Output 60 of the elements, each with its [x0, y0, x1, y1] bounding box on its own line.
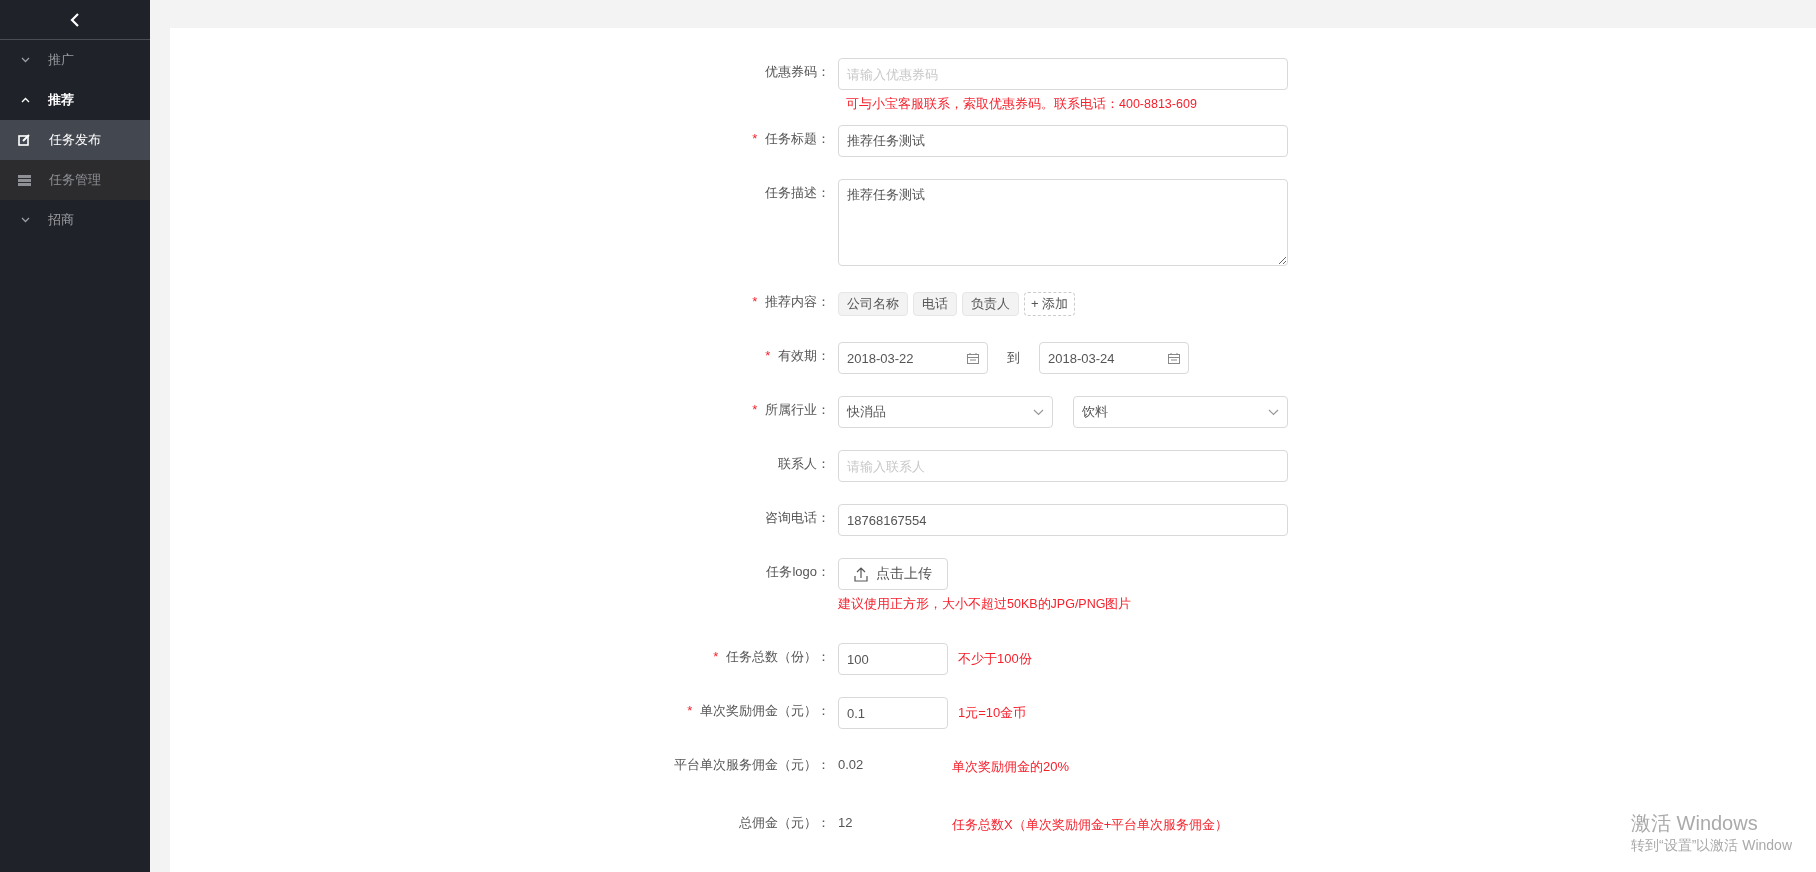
activation-text: 转到“设置”以激活 Window	[1631, 837, 1792, 855]
field-label: 咨询电话：	[765, 510, 830, 525]
required-mark: *	[752, 402, 758, 417]
select-field[interactable]: 饮料	[1073, 396, 1288, 428]
field-note: 单次奖励佣金的20%	[952, 758, 1070, 776]
field-note: 任务总数X（单次奖励佣金+平台单次服务佣金）	[952, 816, 1229, 834]
tag: 电话	[913, 292, 957, 316]
field-label: 优惠券码：	[765, 64, 830, 79]
text-field[interactable]: 18768167554	[838, 504, 1288, 536]
select-field[interactable]: 快消品	[838, 396, 1053, 428]
field-value: 0.02	[838, 756, 865, 774]
field-hint: 建议使用正方形，大小不超过50KB的JPG/PNG图片	[838, 596, 1132, 613]
chevron-down-icon	[1268, 408, 1279, 416]
tag: 负责人	[962, 292, 1019, 316]
required-mark: *	[752, 131, 758, 146]
field-label: 联系人：	[778, 456, 830, 471]
edit-icon	[18, 134, 31, 146]
textarea-field[interactable]: 推荐任务测试	[838, 179, 1288, 266]
collapse-icon[interactable]	[70, 11, 80, 28]
tag: 公司名称	[838, 292, 908, 316]
activation-title: 激活 Windows	[1631, 811, 1759, 836]
menu-item[interactable]: 任务发布	[0, 120, 150, 160]
field-value: 12	[838, 814, 854, 832]
text-field[interactable]: 推荐任务测试	[838, 125, 1288, 157]
menu-group[interactable]: 推广	[0, 40, 150, 80]
calendar-icon	[1168, 352, 1180, 364]
chevron-down-icon	[21, 217, 30, 223]
calendar-icon	[967, 352, 979, 364]
menu-group[interactable]: 推荐	[0, 80, 150, 120]
required-mark: *	[687, 703, 693, 718]
field-label: 任务总数（份）：	[726, 649, 830, 664]
menu-group[interactable]: 招商	[0, 200, 150, 240]
date-field[interactable]: 2018-03-24	[1039, 342, 1189, 374]
field-label: 有效期：	[778, 348, 830, 363]
add-tag-button[interactable]: + 添加	[1024, 292, 1076, 316]
field-label: 单次奖励佣金（元）：	[700, 703, 830, 718]
date-field[interactable]: 2018-03-22	[838, 342, 988, 374]
number-field[interactable]: 100	[838, 643, 948, 675]
field-hint: 可与小宝客服联系，索取优惠券码。联系电话：400-8813-609	[845, 96, 1198, 113]
chevron-down-icon	[1033, 408, 1044, 416]
field-label: 任务logo：	[766, 564, 830, 579]
chevron-down-icon	[21, 57, 30, 63]
required-mark: *	[752, 294, 758, 309]
field-label: 任务描述：	[765, 185, 830, 200]
chevron-up-icon	[21, 97, 30, 103]
required-mark: *	[713, 649, 719, 664]
field-label: 所属行业：	[765, 402, 830, 417]
number-field[interactable]: 0.1	[838, 697, 948, 729]
field-label: 任务标题：	[765, 131, 830, 146]
upload-button[interactable]: 点击上传	[838, 558, 948, 590]
upload-icon	[854, 566, 868, 582]
field-note: 1元=10金币	[958, 704, 1027, 722]
range-separator: 到	[1006, 349, 1021, 367]
required-mark: *	[765, 348, 771, 363]
field-label: 总佣金（元）：	[739, 815, 830, 830]
field-label: 平台单次服务佣金（元）：	[674, 757, 830, 772]
menu-item[interactable]: 任务管理	[0, 160, 150, 200]
field-label: 推荐内容：	[765, 294, 830, 309]
list-icon	[18, 174, 31, 186]
field-note: 不少于100份	[958, 650, 1032, 668]
